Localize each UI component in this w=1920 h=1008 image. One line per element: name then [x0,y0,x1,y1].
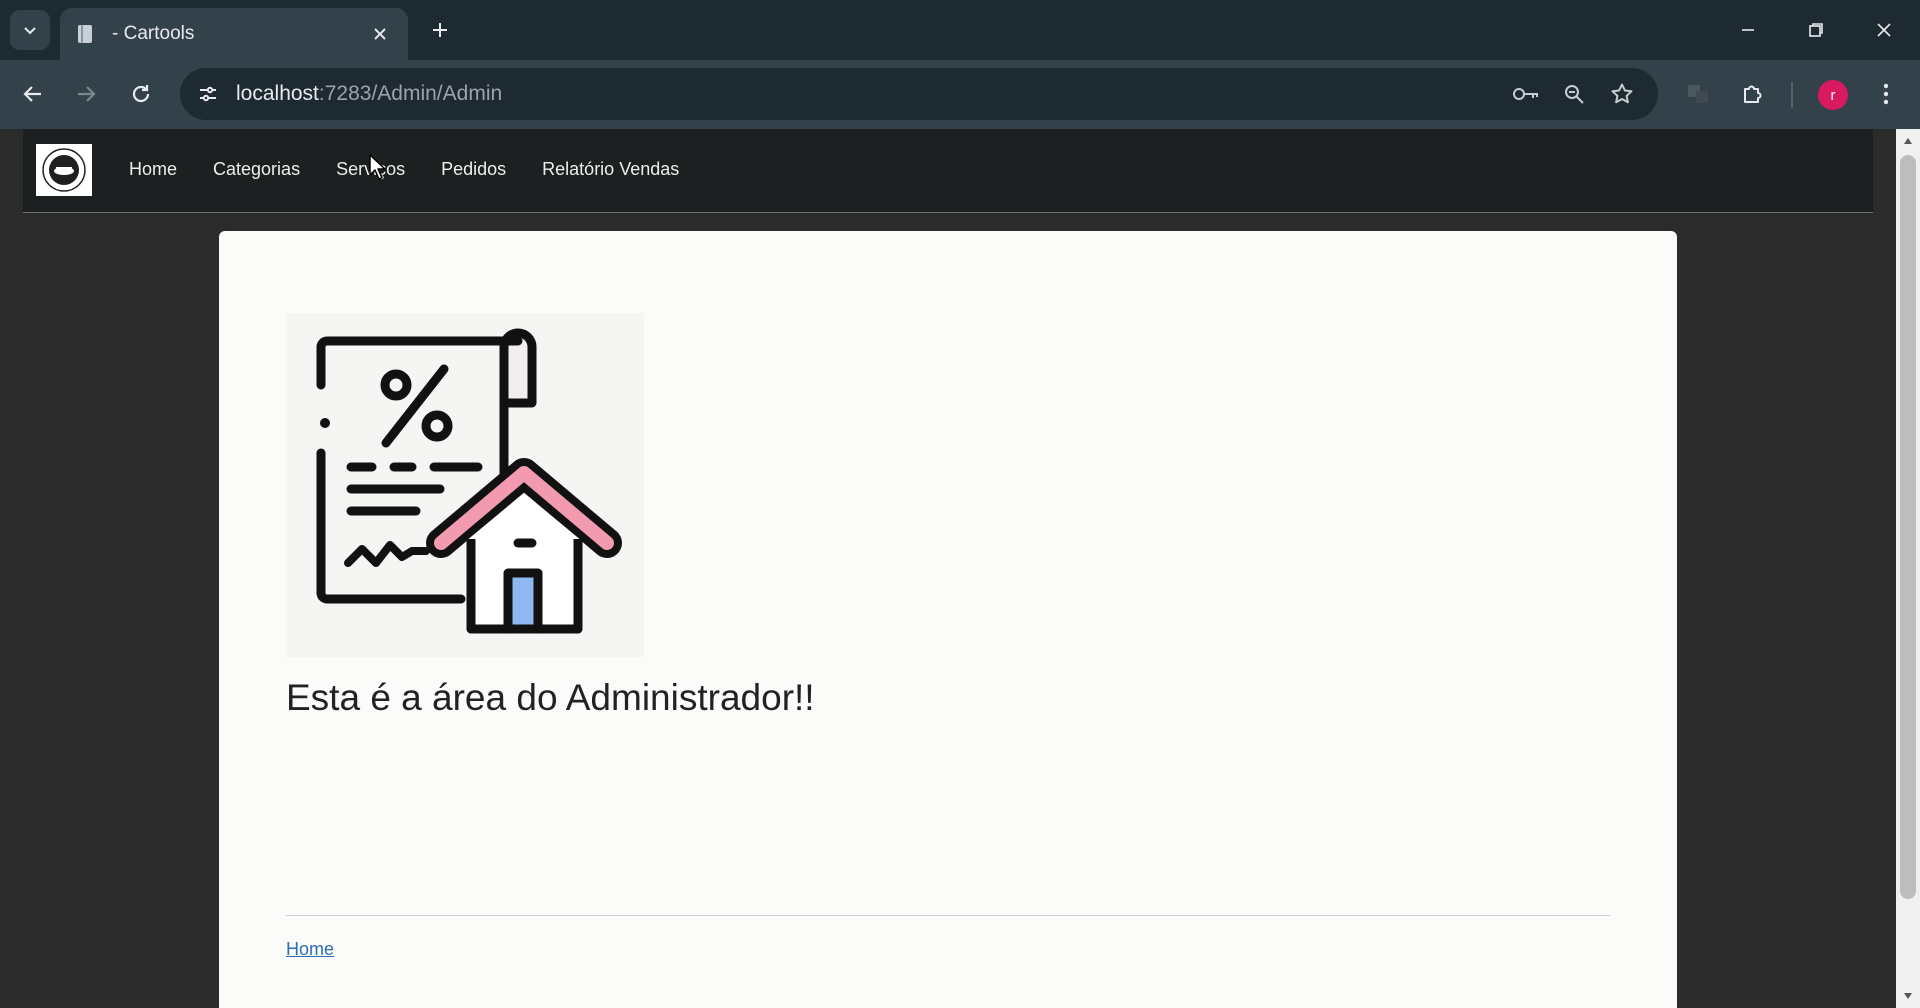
scrollbar-thumb[interactable] [1900,155,1916,899]
scroll-down-arrow-icon[interactable] [1896,984,1920,1008]
translate-icon [1688,85,1708,103]
mouse-cursor-icon [369,154,386,180]
footer-home-link[interactable]: Home [286,939,334,960]
nav-item-pedidos[interactable]: Pedidos [441,159,506,180]
forward-button[interactable] [66,74,106,114]
profile-avatar[interactable]: r [1818,80,1848,110]
puzzle-icon [1744,85,1762,103]
page-favicon-icon [74,22,98,46]
reload-icon [132,85,150,103]
kebab-menu-icon [1883,83,1889,105]
page-title: Esta é a área do Administrador!! [286,677,815,718]
footer-divider [286,915,1610,916]
reload-button[interactable] [121,74,161,114]
tax-document-house-icon [316,328,622,634]
browser-menu-button[interactable] [1866,74,1906,114]
url-host: localhost [236,82,319,105]
browser-tab-active[interactable]: - Cartools [60,8,408,60]
hero-image [286,313,644,657]
page-viewport: Home Categorias Serviços Pedidos Relatór… [0,129,1896,1008]
arrow-right-icon [78,86,96,102]
toolbar-separator [1791,82,1793,108]
page-scrollbar[interactable] [1896,129,1920,1008]
translate-extension-button[interactable] [1678,74,1718,114]
brand-logo[interactable] [36,144,92,196]
url-text[interactable]: localhost:7283/Admin/Admin [236,82,502,106]
tune-icon [200,86,216,102]
browser-toolbar: localhost:7283/Admin/Admin r [0,60,1920,129]
address-bar[interactable]: localhost:7283/Admin/Admin [180,68,1658,120]
close-tab-icon[interactable] [366,20,394,48]
nav-links: Home Categorias Serviços Pedidos Relatór… [129,159,715,180]
content-card: Esta é a área do Administrador!! Home [219,231,1677,1008]
zoom-icon[interactable] [1558,78,1590,110]
minimize-icon [1742,29,1754,31]
cartools-logo-icon [42,148,86,192]
close-window-button[interactable] [1862,10,1906,50]
restore-icon [1809,23,1823,37]
nav-item-relatorio-vendas[interactable]: Relatório Vendas [542,159,679,180]
password-key-icon[interactable] [1510,78,1542,110]
nav-item-home[interactable]: Home [129,159,177,180]
restore-window-button[interactable] [1794,10,1838,50]
site-info-button[interactable] [188,74,228,114]
minimize-window-button[interactable] [1726,10,1770,50]
extensions-button[interactable] [1733,74,1773,114]
plus-icon [433,23,447,37]
nav-item-categorias[interactable]: Categorias [213,159,300,180]
browser-tab-strip: - Cartools [0,0,1920,60]
site-navbar: Home Categorias Serviços Pedidos Relatór… [23,129,1873,213]
chevron-down-icon [24,27,36,35]
arrow-left-icon [23,86,41,102]
back-button[interactable] [13,74,53,114]
tab-title: - Cartools [112,23,195,44]
scroll-up-arrow-icon[interactable] [1896,129,1920,153]
bookmark-star-icon[interactable] [1606,78,1638,110]
url-path: :7283/Admin/Admin [318,82,503,105]
tab-search-button[interactable] [10,10,50,50]
new-tab-button[interactable] [422,12,458,48]
close-icon [1877,23,1891,37]
